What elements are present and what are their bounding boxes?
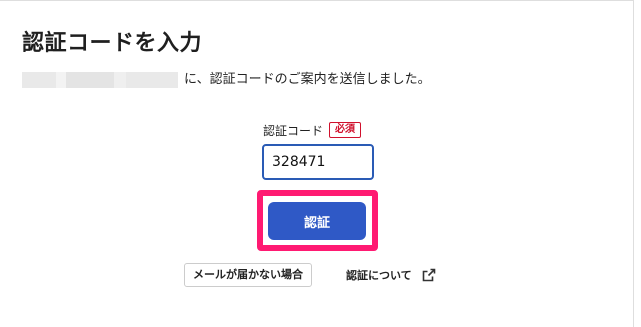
required-badge: 必須 xyxy=(329,122,362,138)
verify-button[interactable]: 認証 xyxy=(268,202,366,240)
redacted-email xyxy=(22,72,178,88)
verification-card: 認証コードを入力 に、認証コードのご案内を送信しました。 認証コード 必須 認証… xyxy=(0,0,634,327)
code-field-label: 認証コード xyxy=(263,123,324,138)
sent-message-text: に、認証コードのご案内を送信しました。 xyxy=(184,72,431,87)
verification-code-input[interactable] xyxy=(262,144,374,180)
code-field-label-row: 認証コード 必須 xyxy=(263,121,362,139)
no-mail-button[interactable]: メールが届かない場合 xyxy=(184,263,312,287)
about-verification-label: 認証について xyxy=(346,269,412,282)
page-title: 認証コードを入力 xyxy=(22,31,203,56)
sent-message: に、認証コードのご案内を送信しました。 xyxy=(22,71,431,89)
external-link-icon xyxy=(422,268,435,282)
about-verification-link[interactable]: 認証について xyxy=(346,264,436,286)
